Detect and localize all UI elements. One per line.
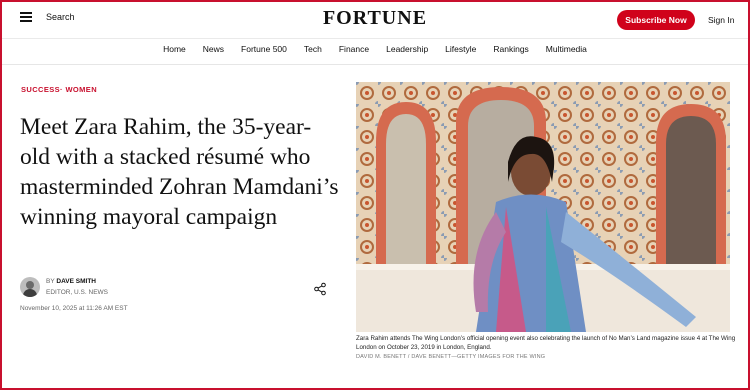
main-nav: Home News Fortune 500 Tech Finance Leade… [2,38,748,62]
nav-item-leadership[interactable]: Leadership [386,44,428,54]
nav-item-home[interactable]: Home [163,44,186,54]
author-name[interactable]: DAVE SMITH [56,278,96,285]
publish-date: November 10, 2025 at 11:26 AM EST [20,305,128,312]
byline-prefix: BY [46,278,55,285]
nav-item-finance[interactable]: Finance [339,44,369,54]
nav-item-lifestyle[interactable]: Lifestyle [445,44,476,54]
author-title: EDITOR, U.S. NEWS [46,289,108,296]
article-category[interactable]: SUCCESS· WOMEN [21,85,97,94]
article-headline: Meet Zara Rahim, the 35-year-old with a … [20,114,339,230]
nav-item-fortune-500[interactable]: Fortune 500 [241,44,287,54]
byline: BY DAVE SMITH [46,278,96,285]
photo-credit: DAVID M. BENETT / DAVE BENETT—GETTY IMAG… [356,354,546,360]
author-block: BY DAVE SMITH EDITOR, U.S. NEWS [20,276,340,302]
author-avatar[interactable] [20,277,40,297]
site-header: Search FORTUNE Subscribe Now Sign In [2,2,748,36]
nav-item-news[interactable]: News [203,44,224,54]
photo-illustration [356,82,730,332]
subscribe-button[interactable]: Subscribe Now [617,10,695,30]
nav-item-tech[interactable]: Tech [304,44,322,54]
header-divider [2,64,748,65]
share-icon[interactable] [313,282,327,296]
nav-item-multimedia[interactable]: Multimedia [546,44,587,54]
sign-in-link[interactable]: Sign In [708,15,734,25]
article-photo[interactable] [356,82,730,332]
nav-item-rankings[interactable]: Rankings [493,44,528,54]
photo-caption: Zara Rahim attends The Wing London’s off… [356,335,736,351]
